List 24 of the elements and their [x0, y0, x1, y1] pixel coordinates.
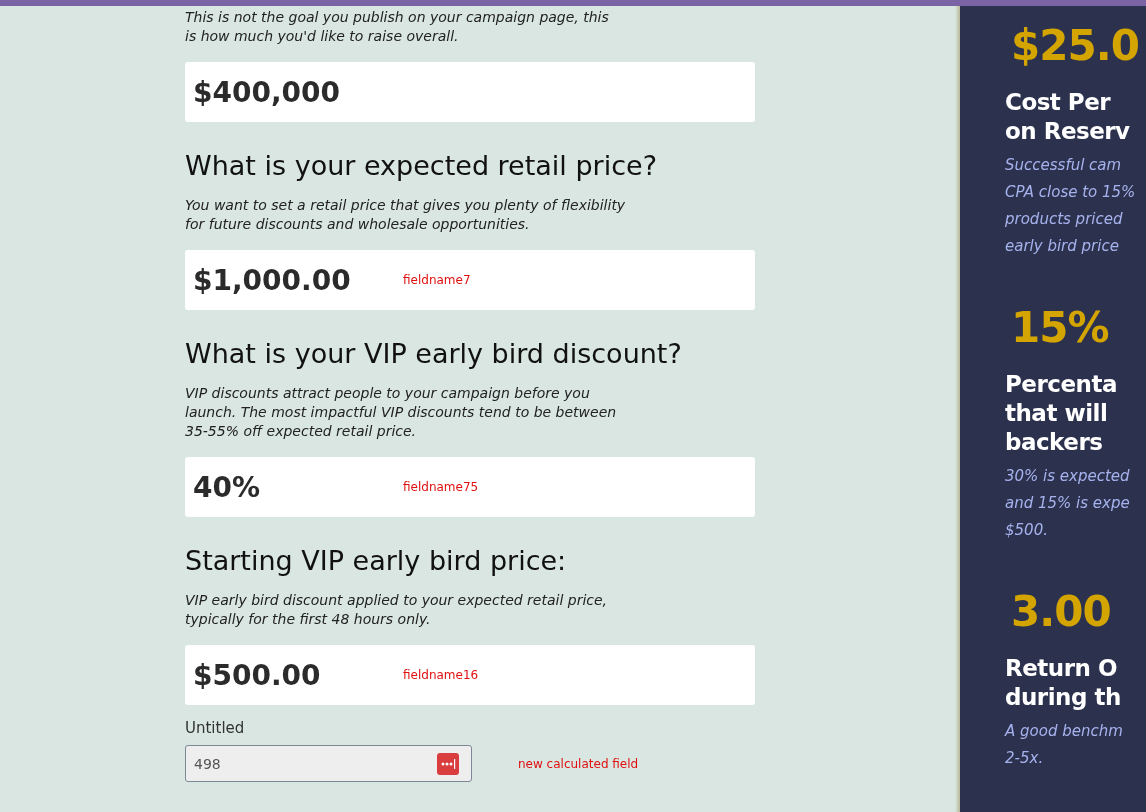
input-field[interactable]: $400,000: [185, 62, 755, 122]
question-description: This is not the goal you publish on your campaign page, this is how much you'd like to raise overall.: [185, 8, 610, 46]
question-description: VIP early bird discount applied to your expected retail price, typically for the first 48 hours only.: [185, 591, 609, 629]
field-label: Untitled: [185, 719, 246, 737]
metric-title: Cost Per on Reserv: [1005, 88, 1131, 146]
metric-description: Successful cam CPA close to 15% products priced early bird price: [1005, 155, 1137, 257]
dots-icon[interactable]: [437, 752, 459, 775]
metric-value: $25.0: [1011, 20, 1140, 72]
question-description: VIP discounts attract people to your campaign before you launch. The most impactful VIP discounts tend to be between 35-55% off expected retail price.: [185, 384, 618, 441]
field-tag: new calculated field: [518, 756, 639, 771]
metric-value: 15%: [1011, 302, 1110, 354]
input-field[interactable]: 498: [185, 745, 472, 782]
metric-title: Percenta that will backers: [1005, 370, 1118, 457]
metric-title: Return O during th: [1005, 654, 1122, 712]
input-field[interactable]: 40% fieldname75: [185, 457, 755, 517]
metric-description: 30% is expected and 15% is expe $500.: [1005, 466, 1131, 541]
input-field[interactable]: $500.00 fieldname16: [185, 645, 755, 705]
metric-description: A good benchm 2-5x.: [1005, 721, 1124, 769]
metric-value: 3.00: [1011, 586, 1112, 638]
question-heading: What is your VIP early bird discount?: [185, 338, 683, 370]
question-heading: Starting VIP early bird price:: [185, 545, 568, 577]
question-description: You want to set a retail price that gives you plenty of flexibility for future discounts and wholesale opportunities.: [185, 196, 627, 234]
question-heading: What is your expected retail price?: [185, 150, 658, 182]
input-field[interactable]: $1,000.00 fieldname7: [185, 250, 755, 310]
